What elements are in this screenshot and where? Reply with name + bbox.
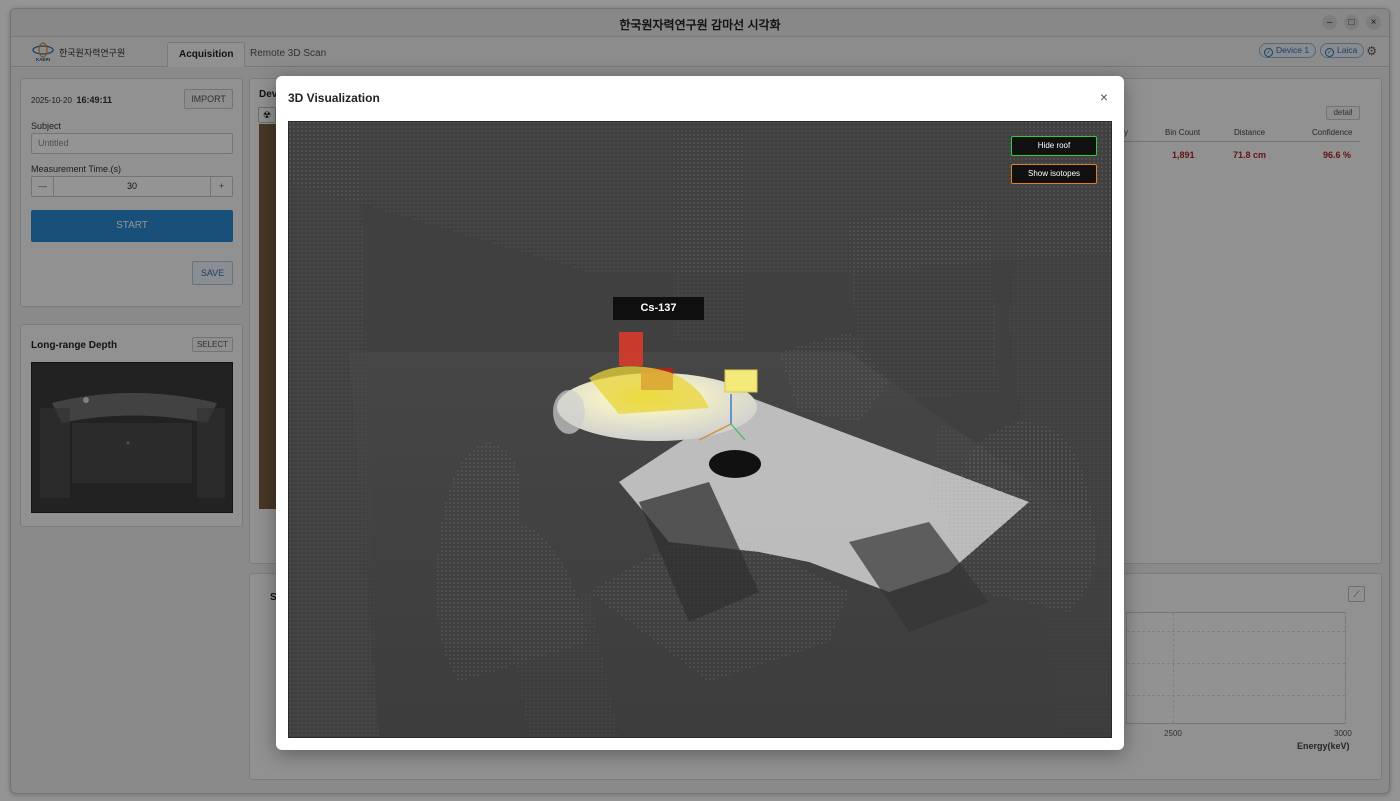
point-cloud-scene [289, 122, 1111, 737]
isotope-label: Cs-137 [613, 297, 704, 320]
dialog-title: 3D Visualization [288, 91, 380, 105]
visualization-dialog: 3D Visualization × Hide roof Show isotop… [276, 76, 1124, 750]
show-isotopes-button[interactable]: Show isotopes [1011, 164, 1097, 184]
3d-viewer-canvas[interactable]: Hide roof Show isotopes Cs-137 [288, 121, 1112, 738]
close-icon[interactable]: × [1100, 89, 1108, 105]
hide-roof-button[interactable]: Hide roof [1011, 136, 1097, 156]
